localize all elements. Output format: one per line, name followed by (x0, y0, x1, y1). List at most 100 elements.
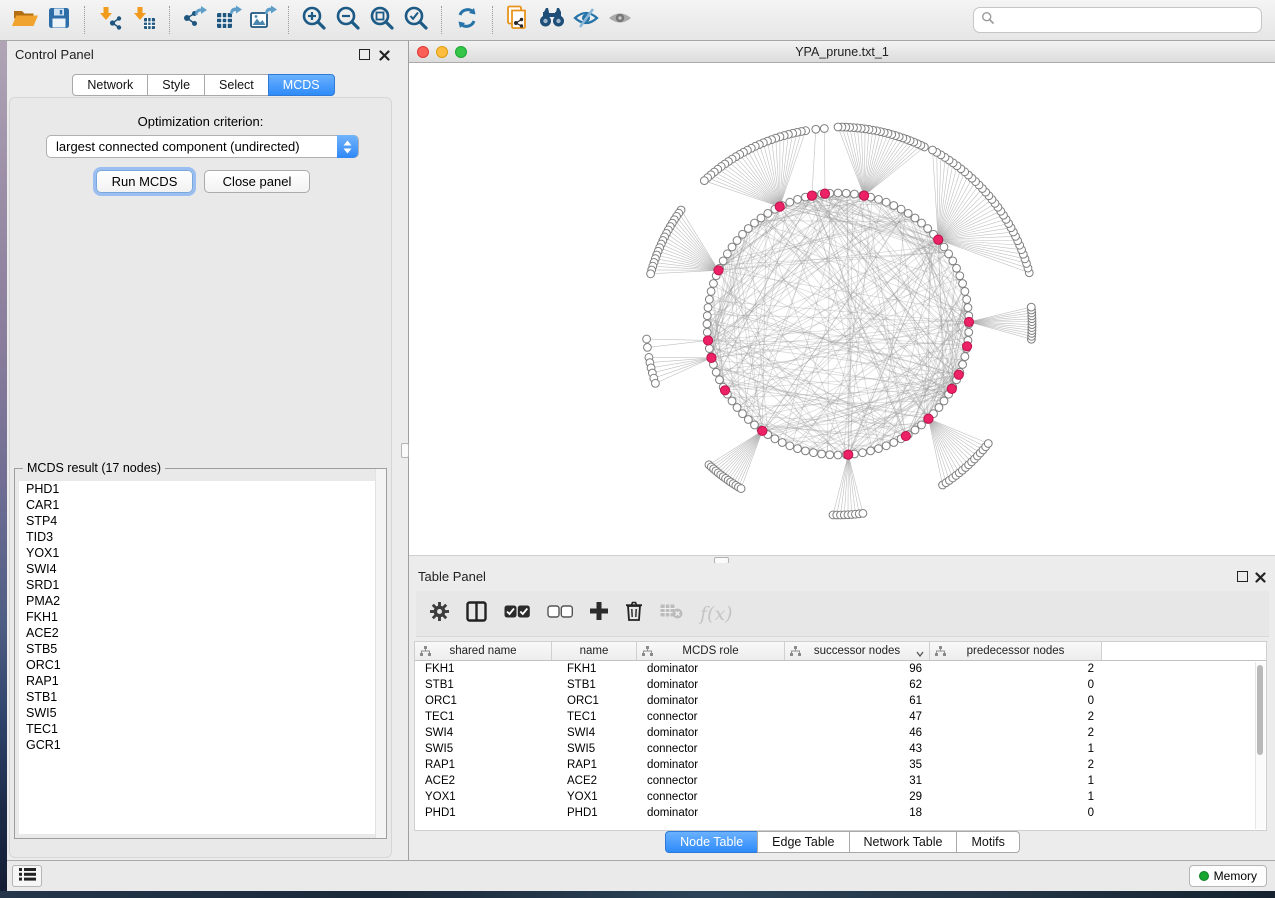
tab-node-table[interactable]: Node Table (665, 831, 758, 853)
criterion-dropdown-value: largest connected component (undirected) (56, 139, 300, 154)
mcds-result-item[interactable]: ORC1 (19, 657, 382, 673)
add-row-button[interactable] (590, 602, 608, 625)
float-window-icon[interactable] (359, 49, 370, 60)
network-canvas-svg[interactable] (409, 63, 1275, 555)
mcds-result-item[interactable]: STP4 (19, 513, 382, 529)
mcds-result-item[interactable]: STB5 (19, 641, 382, 657)
table-cell: 0 (930, 693, 1102, 709)
show-all-button[interactable] (603, 3, 637, 37)
table-settings-button[interactable] (430, 602, 449, 626)
criterion-dropdown[interactable]: largest connected component (undirected) (46, 135, 359, 158)
new-network-from-selection-button[interactable] (501, 3, 535, 37)
table-cell: ORC1 (552, 693, 637, 709)
status-menu-button[interactable] (12, 865, 42, 887)
save-session-button[interactable] (42, 3, 76, 37)
table-scrollbar-thumb[interactable] (1257, 665, 1263, 755)
mcds-result-item[interactable]: STB1 (19, 689, 382, 705)
memory-button[interactable]: Memory (1189, 865, 1267, 887)
table-cell (1102, 757, 1266, 773)
table-cell: connector (637, 773, 785, 789)
network-canvas[interactable] (409, 63, 1275, 555)
show-columns-button[interactable] (466, 601, 487, 627)
mcds-result-item[interactable]: PHD1 (19, 481, 382, 497)
import-network-button[interactable] (93, 3, 127, 37)
float-window-icon[interactable] (1237, 571, 1248, 582)
table-toolbar: f(x) (416, 591, 1269, 637)
function-builder-button[interactable]: f(x) (700, 603, 733, 625)
toolbar-separator (492, 6, 493, 34)
export-image-button[interactable] (246, 3, 280, 37)
table-row[interactable]: ORC1ORC1dominator610 (415, 693, 1266, 709)
search-input[interactable] (1000, 12, 1261, 28)
table-cell: 0 (930, 805, 1102, 821)
zoom-fit-button[interactable] (365, 3, 399, 37)
table-row[interactable]: SWI5SWI5connector431 (415, 741, 1266, 757)
table-tabs: Node Table Edge Table Network Table Moti… (410, 831, 1275, 853)
table-cell: RAP1 (415, 757, 552, 773)
mcds-result-item[interactable]: GCR1 (19, 737, 382, 753)
run-mcds-button[interactable]: Run MCDS (96, 170, 193, 193)
deselect-all-button[interactable] (547, 605, 573, 623)
select-all-button[interactable] (504, 605, 530, 623)
export-table-button[interactable] (212, 3, 246, 37)
mcds-result-list[interactable]: PHD1CAR1STP4TID3YOX1SWI4SRD1PMA2FKH1ACE2… (19, 481, 382, 834)
mcds-result-item[interactable]: PMA2 (19, 593, 382, 609)
export-network-button[interactable] (178, 3, 212, 37)
column-header-predecessor-nodes[interactable]: predecessor nodes (930, 642, 1102, 661)
tab-network-table[interactable]: Network Table (849, 831, 958, 853)
mcds-result-item[interactable]: RAP1 (19, 673, 382, 689)
table-row[interactable]: FKH1FKH1dominator962 (415, 661, 1266, 677)
table-row[interactable]: YOX1YOX1connector291 (415, 789, 1266, 805)
column-header-name[interactable]: name (552, 642, 637, 661)
table-row[interactable]: ACE2ACE2connector311 (415, 773, 1266, 789)
vertical-splitter[interactable] (400, 41, 409, 860)
table-row[interactable]: STB1STB1dominator620 (415, 677, 1266, 693)
mcds-result-item[interactable]: ACE2 (19, 625, 382, 641)
table-row[interactable]: PHD1PHD1dominator180 (415, 805, 1266, 821)
column-header-mcds-role[interactable]: MCDS role (637, 642, 785, 661)
tab-style[interactable]: Style (147, 74, 205, 96)
column-header-shared-name[interactable]: shared name (415, 642, 552, 661)
mcds-result-item[interactable]: SWI4 (19, 561, 382, 577)
import-table-button[interactable] (127, 3, 161, 37)
table-scrollbar[interactable] (1255, 662, 1265, 829)
vertical-splitter-grip[interactable] (401, 443, 409, 458)
apply-layout-button[interactable] (450, 3, 484, 37)
tab-mcds[interactable]: MCDS (268, 74, 335, 96)
mcds-result-item[interactable]: TEC1 (19, 721, 382, 737)
mcds-result-item[interactable]: YOX1 (19, 545, 382, 561)
tab-motifs[interactable]: Motifs (956, 831, 1019, 853)
open-session-button[interactable] (8, 3, 42, 37)
zoom-in-button[interactable] (297, 3, 331, 37)
horizontal-splitter[interactable] (409, 555, 1275, 563)
table-row[interactable]: RAP1RAP1dominator352 (415, 757, 1266, 773)
tab-edge-table[interactable]: Edge Table (757, 831, 849, 853)
table-cell (1102, 725, 1266, 741)
zoom-selected-button[interactable] (399, 3, 433, 37)
mcds-result-group: MCDS result (17 nodes) PHD1CAR1STP4TID3Y… (14, 468, 387, 839)
mcds-list-scrollbar[interactable] (375, 469, 386, 838)
close-panel-button[interactable]: Close panel (204, 170, 310, 193)
mcds-result-item[interactable]: TID3 (19, 529, 382, 545)
column-header-successor-nodes[interactable]: successor nodes (785, 642, 930, 661)
control-panel: Control Panel Network Style Select MCDS … (7, 41, 400, 860)
zoom-out-button[interactable] (331, 3, 365, 37)
mcds-result-item[interactable]: SRD1 (19, 577, 382, 593)
table-cell: 2 (930, 757, 1102, 773)
close-panel-icon[interactable] (379, 48, 390, 59)
tab-network[interactable]: Network (72, 74, 148, 96)
close-panel-icon[interactable] (1255, 570, 1266, 581)
mcds-result-item[interactable]: CAR1 (19, 497, 382, 513)
mcds-result-item[interactable]: FKH1 (19, 609, 382, 625)
tab-select[interactable]: Select (204, 74, 269, 96)
first-neighbors-button[interactable] (535, 3, 569, 37)
table-cell: 0 (930, 677, 1102, 693)
mcds-result-item[interactable]: SWI5 (19, 705, 382, 721)
search-field[interactable] (973, 7, 1262, 33)
delete-table-button[interactable] (660, 603, 683, 624)
table-row[interactable]: SWI4SWI4dominator462 (415, 725, 1266, 741)
table-row[interactable]: TEC1TEC1connector472 (415, 709, 1266, 725)
hide-selection-button[interactable] (569, 3, 603, 37)
delete-rows-button[interactable] (625, 601, 643, 626)
network-window-titlebar[interactable]: YPA_prune.txt_1 (409, 41, 1275, 63)
